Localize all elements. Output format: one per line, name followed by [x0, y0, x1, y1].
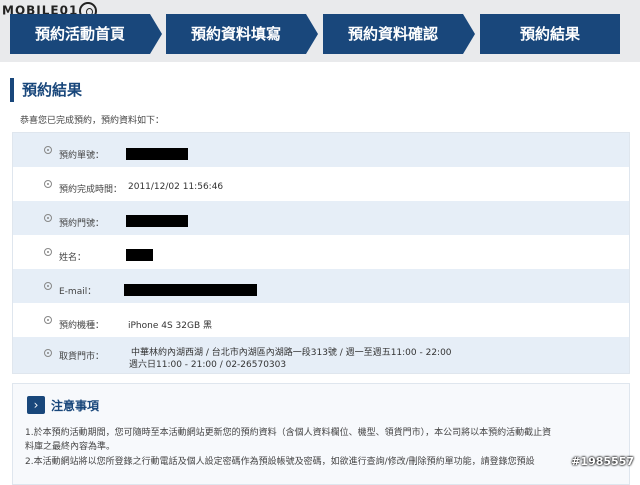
row-label: 姓名： — [59, 253, 87, 263]
notice-title: 注意事項 — [51, 399, 100, 413]
step-fill-tab[interactable]: 預約資料填寫 — [166, 14, 318, 54]
bullet-icon — [44, 214, 52, 222]
row-value: 2011/12/02 11:56:46 — [128, 182, 224, 192]
row-label: 預約完成時間： — [59, 185, 123, 195]
redacted-value — [124, 284, 257, 296]
result-row-phone: 預約門號： — [13, 201, 629, 235]
step-confirm-label: 預約資料確認 — [347, 25, 438, 43]
result-row-email: E-mail： — [13, 269, 629, 303]
redacted-value — [126, 249, 153, 261]
step-arrow-icon — [150, 14, 162, 54]
step-home-tab[interactable]: 預約活動首頁 — [10, 14, 162, 54]
row-label: E-mail： — [59, 287, 97, 297]
step-home-label: 預約活動首頁 — [34, 25, 125, 43]
step-arrow-icon — [463, 14, 475, 54]
notice-line: 1.於本預約活動期間，您可隨時至本活動網站更新您的預約資料（含個人資料欄位、機型… — [25, 428, 552, 438]
result-row-store: 取貨門市： 中華林約內湖西湖 / 台北市內湖區內湖路一段313號 / 週一至週五… — [13, 337, 629, 373]
step-result-label: 預約結果 — [519, 25, 580, 43]
watermark: #1985557 — [571, 455, 634, 468]
bullet-icon — [44, 180, 52, 188]
intro-text: 恭喜您已完成預約，預約資料如下： — [20, 116, 165, 126]
result-row-order-no: 預約單號： — [13, 133, 629, 167]
bullet-icon — [44, 316, 52, 324]
redacted-value — [126, 148, 188, 160]
bullet-icon — [44, 146, 52, 154]
chevron-right-icon: › — [27, 396, 45, 414]
bullet-icon — [44, 248, 52, 256]
bullet-icon — [44, 282, 52, 290]
step-result-tab[interactable]: 預約結果 — [480, 14, 620, 54]
page-title: 預約結果 — [10, 78, 82, 102]
bullet-icon — [44, 349, 52, 357]
notice-line: 2.本活動網站將以您所登錄之行動電話及個人設定密碼作為預設帳號及密碼，如欲進行查… — [25, 457, 535, 467]
row-value-line2: 週六日11:00 - 21:00 / 02-26570303 — [129, 360, 287, 370]
row-label: 取貨門市： — [59, 352, 105, 362]
row-label: 預約機種： — [59, 321, 105, 331]
result-row-name: 姓名： — [13, 235, 629, 269]
row-label: 預約門號： — [59, 219, 105, 229]
row-label: 預約單號： — [59, 151, 105, 161]
step-fill-label: 預約資料填寫 — [190, 25, 281, 43]
result-row-model: 預約機種： iPhone 4S 32GB 黑 — [13, 303, 629, 337]
result-row-time: 預約完成時間： 2011/12/02 11:56:46 — [13, 167, 629, 201]
row-value: 中華林約內湖西湖 / 台北市內湖區內湖路一段313號 / 週一至週五11:00 … — [131, 348, 452, 358]
row-value: iPhone 4S 32GB 黑 — [128, 321, 213, 331]
notice-line: 料庫之最終內容為準。 — [25, 442, 116, 452]
result-table: 預約單號： 預約完成時間： 2011/12/02 11:56:46 預約門號： … — [12, 132, 630, 374]
step-confirm-tab[interactable]: 預約資料確認 — [323, 14, 475, 54]
top-bar: MOBILE01 預約活動首頁 預約資料填寫 預約資料確認 預約結果 — [0, 0, 640, 62]
redacted-value — [126, 215, 188, 227]
step-arrow-icon — [306, 14, 318, 54]
